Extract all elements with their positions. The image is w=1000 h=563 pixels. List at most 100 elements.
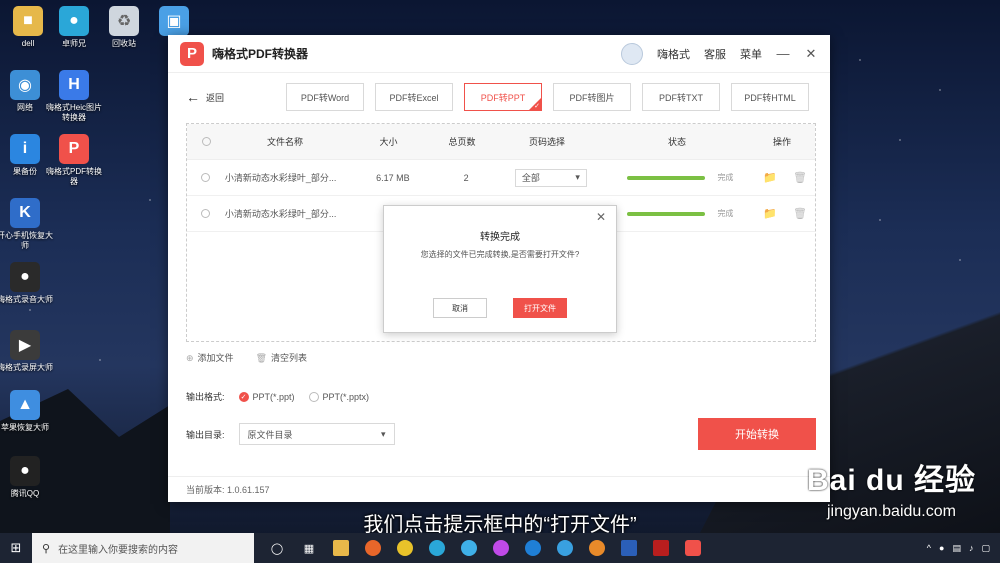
system-tray: ^ ● ▤ ♪ ▢ [927,543,1000,554]
status-text: 完成 [717,209,734,218]
edge-icon[interactable] [520,533,546,563]
acrobat-icon[interactable] [648,533,674,563]
qq-browser-icon[interactable] [424,533,450,563]
chevron-down-icon: ▾ [380,428,386,439]
header-page-selection: 页码选择 [528,137,565,147]
output-dir-select[interactable]: 原文件目录 ▾ [238,423,395,445]
video-camera-icon: ▶ [10,330,40,360]
qq-penguin-icon: ● [10,456,40,486]
desktop-icon-phone-recovery[interactable]: K 开心手机恢复大师 [0,198,53,251]
desktop-icon-heic-converter[interactable]: H 嗨格式Heic图片转换器 [46,70,102,123]
game-icon[interactable] [584,533,610,563]
tray-expand-icon[interactable]: ^ [927,543,931,553]
minimize-icon[interactable]: — [776,46,790,61]
radio-unchecked-icon [308,391,319,402]
file-explorer-icon[interactable] [328,533,354,563]
output-dir-value: 原文件目录 [247,429,293,440]
menu-button[interactable]: 菜单 [740,46,762,62]
conversion-complete-dialog: ✕ 转换完成 您选择的文件已完成转换,是否需要打开文件? 取消 打开文件 [383,205,617,333]
desktop-icon-pdf-converter[interactable]: P 嗨格式PDF转换器 [46,134,102,187]
back-button[interactable]: ← 返回 [186,89,224,105]
row-select-radio[interactable] [201,209,211,218]
format-option-ppt-label: PPT(*.ppt) [252,391,295,402]
progress-bar [627,175,706,180]
clear-list-button[interactable]: 🗑 清空列表 [256,351,307,364]
tab-pdf-to-excel[interactable]: PDF转Excel [375,83,454,111]
header-status: 状态 [667,137,686,147]
add-file-button[interactable]: ⊕ 添加文件 [186,351,234,364]
output-format-label: 输出格式: [186,392,225,402]
back-arrow-icon: ← [186,89,200,105]
radio-checked-icon: ✓ [238,391,249,402]
service-button[interactable]: 客服 [704,46,726,62]
start-convert-button[interactable]: 开始转换 [698,418,816,450]
user-folder-icon: ■ [13,6,43,36]
desktop-icon-screen-recorder[interactable]: ▶ 嗨格式录屏大师 [0,330,53,373]
watermark-brand: Bai du 经验 [806,464,976,497]
windows-start-icon[interactable]: ⊞ [0,540,32,556]
format-option-pptx[interactable]: PPT(*.pptx) [308,391,370,402]
header-size: 大小 [379,137,398,147]
dialog-close-icon[interactable]: ✕ [596,210,606,224]
network-tray-icon[interactable]: ▤ [952,543,961,554]
desktop-icon-audio-recorder[interactable]: ● 嗨格式录音大师 [0,262,53,305]
recycle-bin-icon: ♻ [109,6,139,36]
phone-recovery-icon: K [10,198,40,228]
tab-pdf-to-ppt[interactable]: PDF转PPT ✓ [464,83,543,111]
desktop-icon-recycle-bin[interactable]: ♻ 回收站 [96,6,152,49]
multitask-icon[interactable]: ▦ [296,533,322,563]
clear-list-label: 清空列表 [271,353,308,363]
tab-pdf-to-html[interactable]: PDF转HTML [731,83,810,111]
app-logo-icon: P [180,41,204,66]
page-range-value: 全部 [521,173,540,183]
file-size: 6.17 MB [376,172,410,183]
pdf-converter-task-icon[interactable] [680,533,706,563]
version-footer: 当前版本: 1.0.61.157 [168,476,830,502]
row-select-radio[interactable] [201,173,211,182]
user-name[interactable]: 嗨格式 [657,46,690,62]
folder-icon[interactable]: 📁 [763,207,777,220]
cancel-button[interactable]: 取消 [433,298,487,318]
taskbar-search[interactable]: ⚲ 在这里输入你要搜索的内容 [32,533,254,563]
open-file-button[interactable]: 打开文件 [513,298,567,318]
folder-icon[interactable]: 📁 [763,171,777,184]
page-range-select[interactable]: 全部 ▾ [514,168,587,187]
notification-icon[interactable]: ▢ [981,543,990,554]
tab-pdf-to-txt[interactable]: PDF转TXT [642,83,721,111]
header-file-name: 文件名称 [266,137,303,147]
zhuoshixiong-icon: ● [59,6,89,36]
feishu-icon[interactable] [456,533,482,563]
avatar[interactable] [621,42,643,65]
ie-icon[interactable] [552,533,578,563]
computer-icon: ▣ [159,6,189,36]
volume-icon[interactable]: ♪ [969,543,974,553]
heic-converter-icon: H [59,70,89,100]
back-label: 返回 [206,92,225,103]
firefox-icon[interactable] [360,533,386,563]
trash-icon[interactable]: 🗑 [793,207,807,220]
close-icon[interactable]: ✕ [804,46,818,62]
table-header: 文件名称 大小 总页数 页码选择 状态 操作 [187,124,815,160]
task-view-icon[interactable]: ◯ [264,533,290,563]
word-icon[interactable] [616,533,642,563]
color-ball-icon[interactable] [488,533,514,563]
trash-icon[interactable]: 🗑 [793,171,807,184]
tab-pdf-to-word[interactable]: PDF转Word [286,83,365,111]
select-all-radio[interactable] [201,137,211,146]
desktop-icon-zhuoshixiong[interactable]: ● 卓师兄 [46,6,102,49]
plus-circle-icon: ⊕ [186,353,194,363]
format-option-pptx-label: PPT(*.pptx) [322,391,370,402]
dialog-message: 您选择的文件已完成转换,是否需要打开文件? [420,250,580,259]
header-pages: 总页数 [448,137,476,147]
file-name: 小清新动态水彩绿叶_部分... [224,209,337,219]
trash-icon: 🗑 [255,353,267,363]
taskbar: ⊞ ⚲ 在这里输入你要搜索的内容 ◯ ▦ ^ ● ▤ ♪ ▢ [0,533,1000,563]
tab-pdf-to-image[interactable]: PDF转图片 [553,83,632,111]
chrome-icon[interactable] [392,533,418,563]
desktop-icon-apple-recovery[interactable]: ▲ 苹果恢复大师 [0,390,53,433]
desktop-icon-qq[interactable]: ● 腾讯QQ [0,456,53,499]
search-placeholder: 在这里输入你要搜索的内容 [58,544,179,556]
progress-bar [627,211,706,216]
format-option-ppt[interactable]: ✓ PPT(*.ppt) [238,391,295,402]
microphone-tray-icon[interactable]: ● [939,543,944,553]
